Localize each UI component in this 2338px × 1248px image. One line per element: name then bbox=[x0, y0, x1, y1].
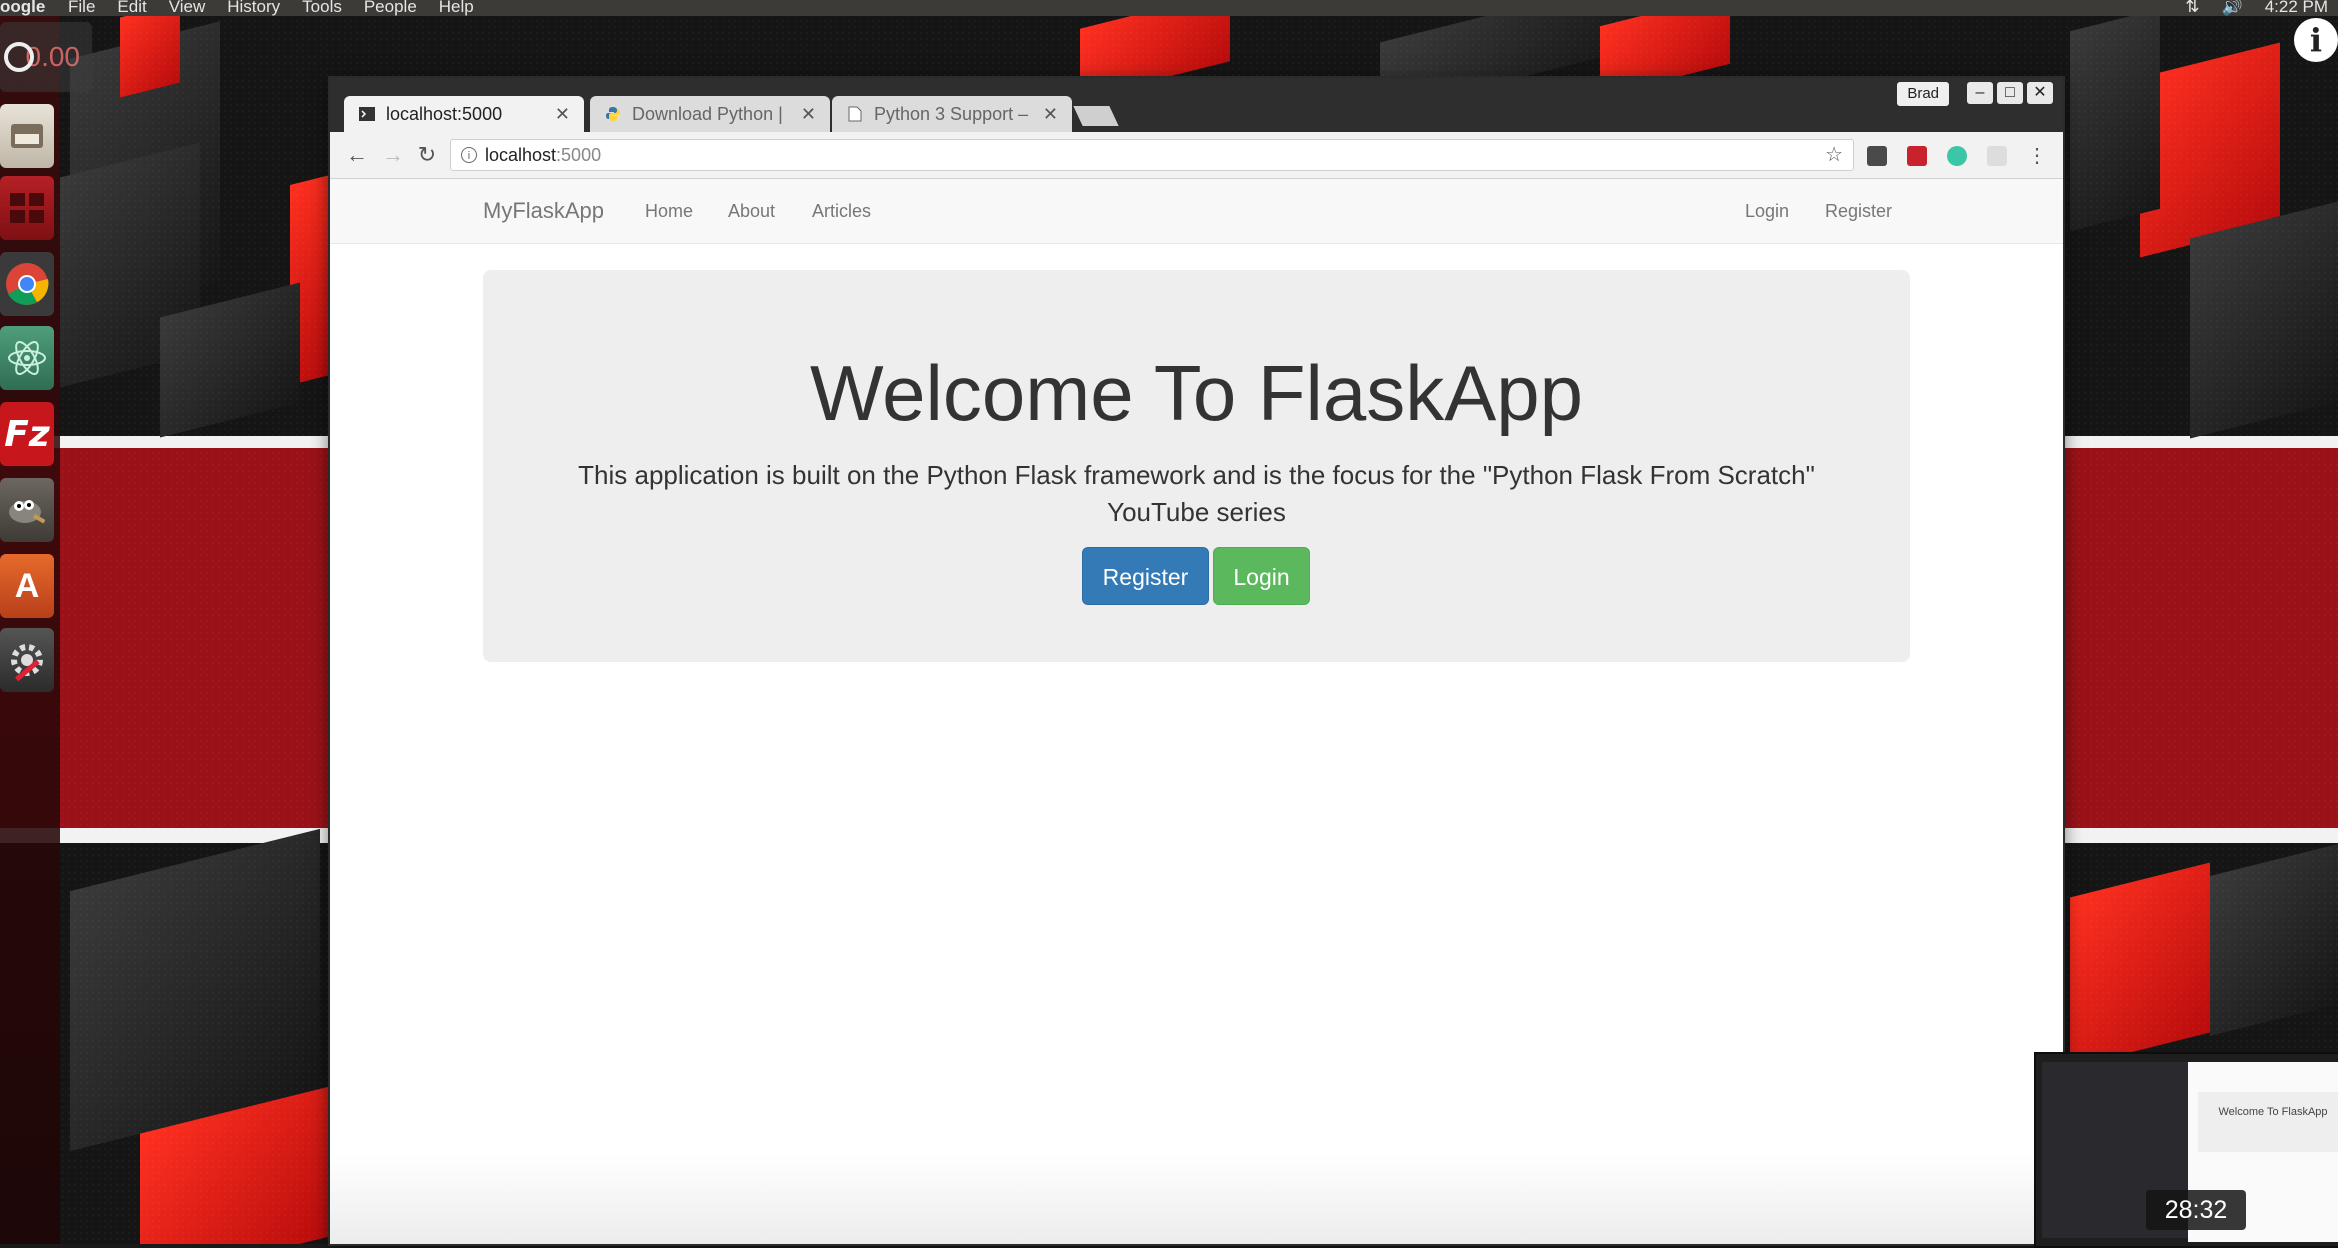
extension-icon[interactable] bbox=[1987, 146, 2007, 166]
jumbotron: Welcome To FlaskApp This application is … bbox=[483, 270, 1910, 662]
web-page: MyFlaskApp Home About Articles Login Reg… bbox=[330, 179, 2063, 1244]
nav-home[interactable]: Home bbox=[645, 179, 693, 243]
nav-register[interactable]: Register bbox=[1825, 179, 1892, 243]
extension-icon[interactable] bbox=[1947, 146, 1967, 166]
back-icon[interactable]: ← bbox=[342, 140, 372, 170]
app-name: oogle bbox=[0, 0, 46, 16]
browser-window: localhost:5000 ✕ Download Python | ✕ Pyt… bbox=[330, 78, 2063, 1244]
menu-help[interactable]: Help bbox=[439, 0, 474, 15]
tab-title: localhost:5000 bbox=[386, 103, 503, 124]
menu-edit[interactable]: Edit bbox=[117, 0, 146, 15]
nav-articles[interactable]: Articles bbox=[812, 179, 871, 243]
chrome-menu-icon[interactable]: ⋮ bbox=[2022, 140, 2052, 170]
browser-toolbar: ← → ↻ i localhost:5000 ☆ ⋮ bbox=[330, 132, 2063, 179]
jumbotron-description: This application is built on the Python … bbox=[578, 460, 1815, 527]
extension-icon[interactable] bbox=[1867, 146, 1887, 166]
gimp-icon[interactable] bbox=[0, 478, 54, 542]
site-navbar: MyFlaskApp Home About Articles Login Reg… bbox=[330, 179, 2063, 244]
login-button[interactable]: Login bbox=[1213, 547, 1310, 605]
tab-localhost[interactable]: localhost:5000 ✕ bbox=[344, 96, 584, 132]
volume-icon[interactable]: 🔊 bbox=[2222, 0, 2243, 15]
software-center-icon[interactable]: A bbox=[0, 554, 54, 618]
python-icon bbox=[604, 105, 622, 123]
system-tray: ⇅ 🔊 4:22 PM bbox=[2185, 0, 2328, 15]
tab-download-python[interactable]: Download Python | ✕ bbox=[590, 96, 830, 132]
top-menu-bar: oogle File Edit View History Tools Peopl… bbox=[0, 0, 2338, 16]
new-tab-button[interactable] bbox=[1073, 106, 1119, 126]
tab-python3-support[interactable]: Python 3 Support – ✕ bbox=[832, 96, 1072, 132]
tab-title: Download Python | bbox=[632, 103, 783, 124]
info-icon[interactable]: i bbox=[2294, 18, 2338, 62]
video-duration: 28:32 bbox=[2146, 1190, 2246, 1230]
site-info-icon[interactable]: i bbox=[461, 147, 477, 163]
close-tab-icon[interactable]: ✕ bbox=[1043, 104, 1058, 125]
menu-tools[interactable]: Tools bbox=[302, 0, 342, 15]
terminal-icon bbox=[358, 105, 376, 123]
minimize-icon[interactable]: – bbox=[1967, 82, 1993, 104]
workspace-switcher-icon[interactable] bbox=[0, 176, 54, 240]
close-tab-icon[interactable]: ✕ bbox=[555, 104, 570, 125]
close-window-icon[interactable]: ✕ bbox=[2027, 82, 2053, 104]
ubuntu-logo-icon[interactable] bbox=[4, 42, 34, 72]
forward-icon[interactable]: → bbox=[378, 140, 408, 170]
menu-list: File Edit View History Tools People Help bbox=[68, 0, 474, 15]
extension-icon[interactable] bbox=[1907, 146, 1927, 166]
thumbnail-jumbotron: Welcome To FlaskApp bbox=[2198, 1092, 2338, 1152]
menu-people[interactable]: People bbox=[364, 0, 417, 15]
network-icon[interactable]: ⇅ bbox=[2185, 0, 2199, 15]
atom-icon[interactable] bbox=[0, 326, 54, 390]
bookmark-star-icon[interactable]: ☆ bbox=[1825, 140, 1843, 170]
nav-about[interactable]: About bbox=[728, 179, 775, 243]
nav-login[interactable]: Login bbox=[1745, 179, 1789, 243]
system-settings-icon[interactable] bbox=[0, 628, 54, 692]
close-tab-icon[interactable]: ✕ bbox=[801, 104, 816, 125]
tab-title: Python 3 Support – bbox=[874, 103, 1029, 124]
files-icon[interactable] bbox=[0, 104, 54, 168]
reload-icon[interactable]: ↻ bbox=[412, 140, 442, 170]
register-button[interactable]: Register bbox=[1082, 547, 1209, 605]
menu-history[interactable]: History bbox=[227, 0, 280, 15]
address-host: localhost bbox=[485, 145, 557, 165]
filezilla-icon[interactable]: Fz bbox=[0, 402, 54, 466]
chrome-icon[interactable] bbox=[0, 252, 54, 316]
launcher-sidebar: Fz A bbox=[0, 16, 60, 1244]
profile-button[interactable]: Brad bbox=[1897, 82, 1949, 106]
maximize-icon[interactable]: □ bbox=[1997, 82, 2023, 104]
menu-view[interactable]: View bbox=[169, 0, 206, 15]
menu-file[interactable]: File bbox=[68, 0, 95, 15]
navbar-brand[interactable]: MyFlaskApp bbox=[483, 179, 604, 243]
page-bottom-shadow bbox=[330, 1154, 2063, 1244]
document-icon bbox=[846, 105, 864, 123]
thumbnail-title: Welcome To FlaskApp bbox=[2218, 1106, 2328, 1118]
tab-strip: localhost:5000 ✕ Download Python | ✕ Pyt… bbox=[330, 78, 2063, 132]
address-port: :5000 bbox=[556, 145, 602, 165]
page-title: Welcome To FlaskApp bbox=[809, 349, 1584, 437]
address-bar[interactable]: i localhost:5000 ☆ bbox=[450, 139, 1854, 171]
clock[interactable]: 4:22 PM bbox=[2265, 0, 2328, 15]
